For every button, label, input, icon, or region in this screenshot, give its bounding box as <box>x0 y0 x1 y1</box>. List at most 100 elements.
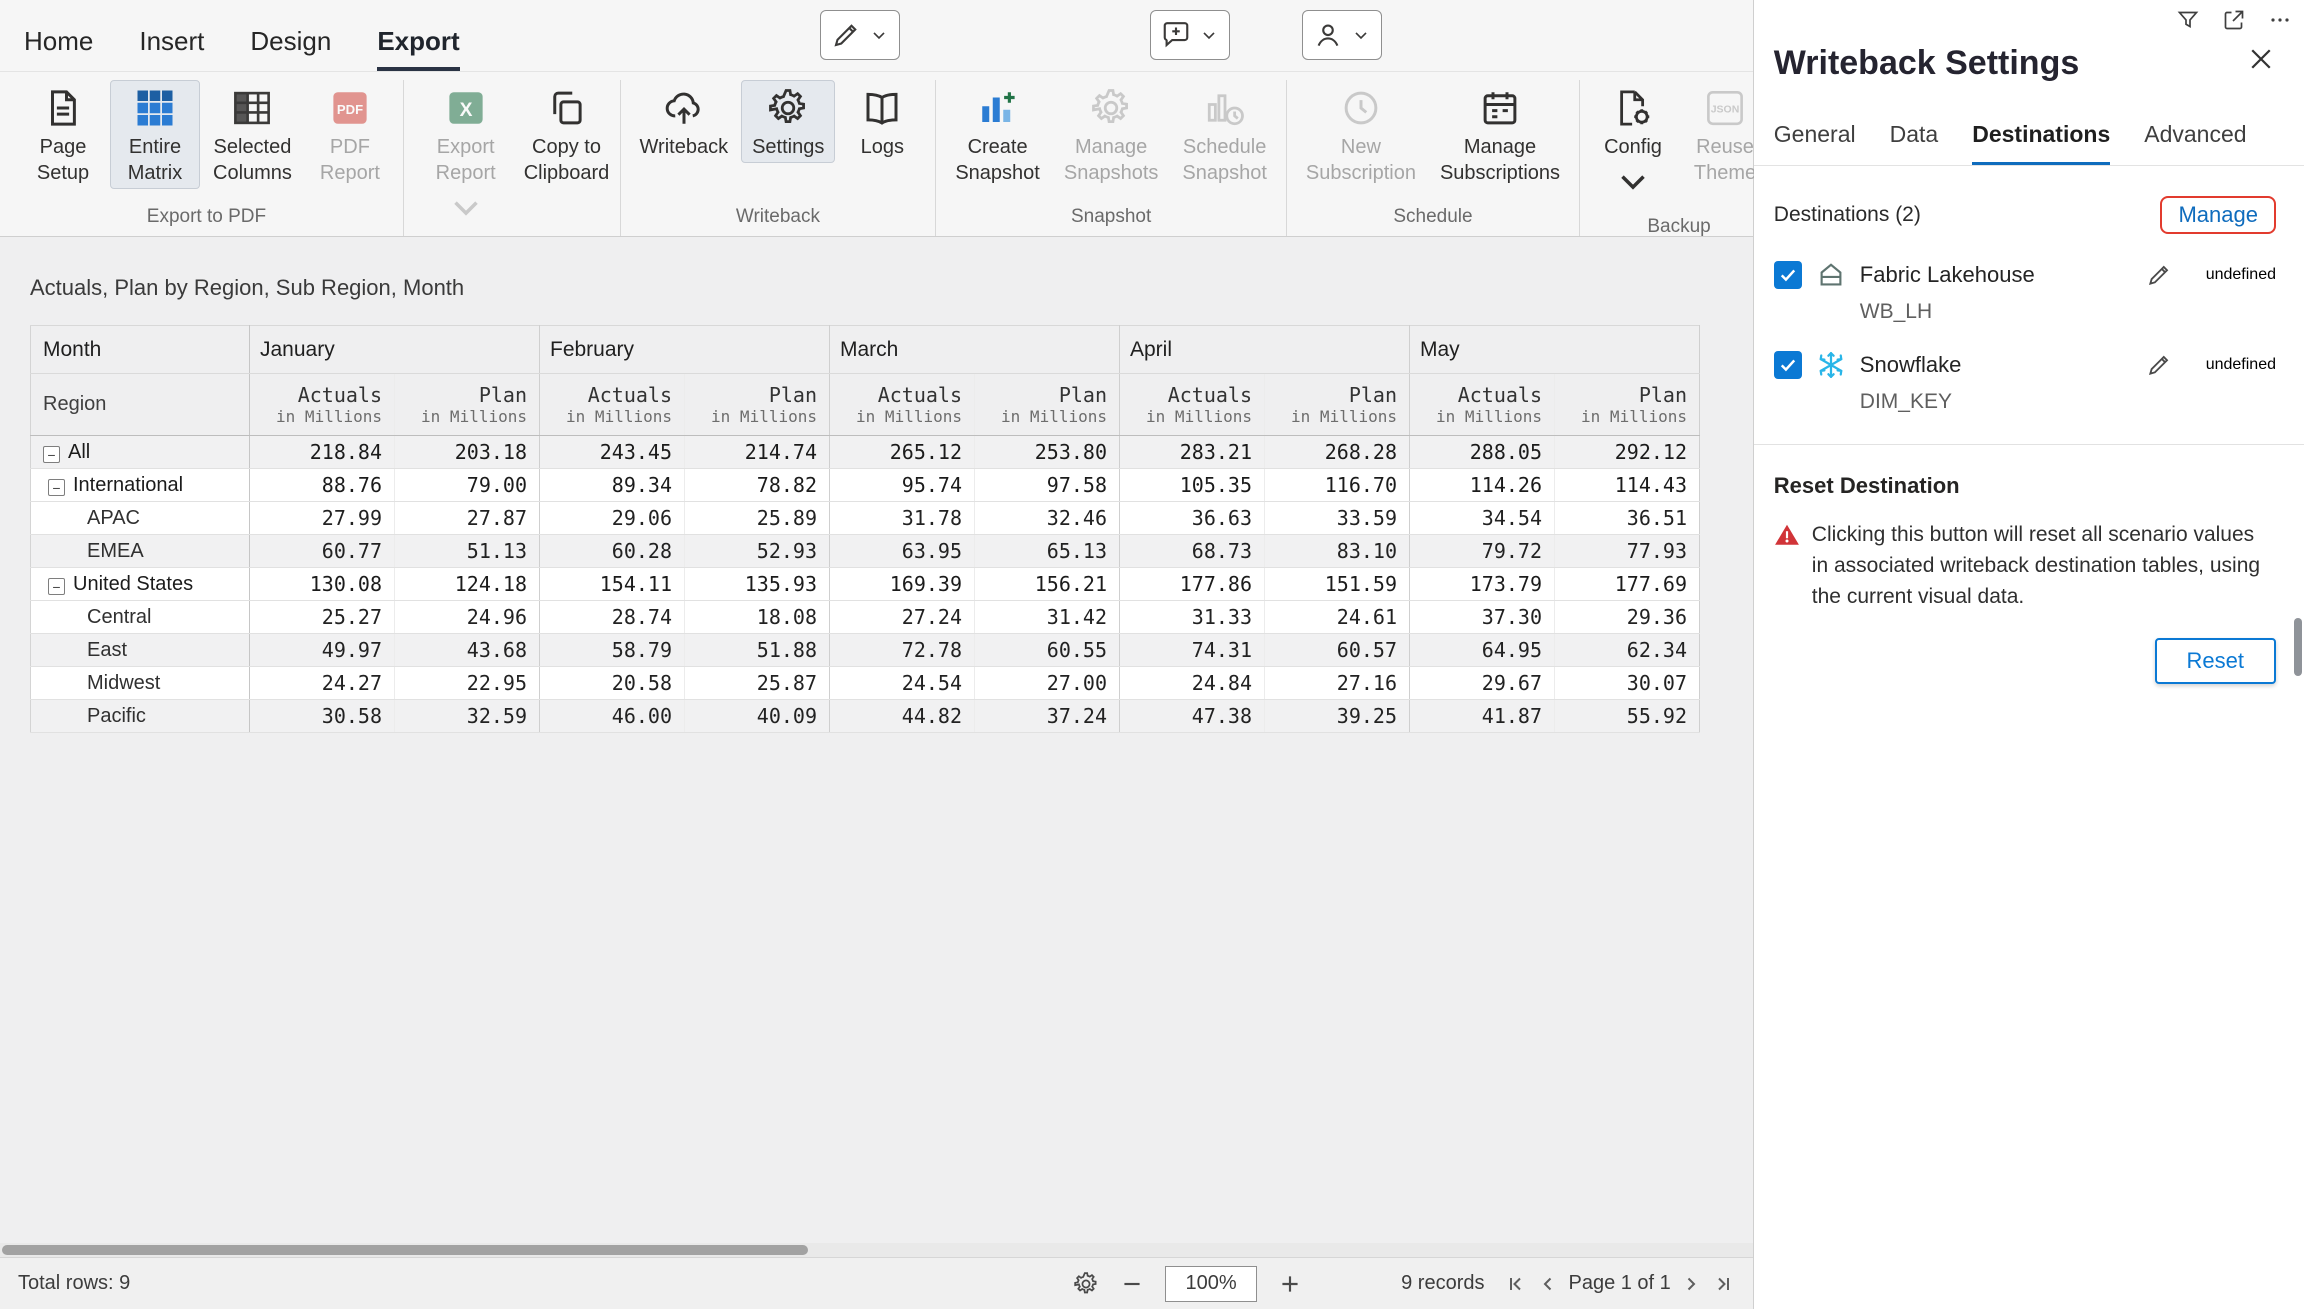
close-icon[interactable] <box>2246 44 2276 74</box>
matrix-cell[interactable]: 72.78 <box>830 634 975 667</box>
previous-page-icon[interactable] <box>1536 1272 1560 1296</box>
matrix-cell[interactable]: 79.00 <box>395 469 540 502</box>
matrix-cell[interactable]: 20.58 <box>540 667 685 700</box>
ribbon-button-settings[interactable]: Settings <box>741 80 835 163</box>
row-label[interactable]: Midwest <box>31 667 250 700</box>
matrix-cell[interactable]: 114.26 <box>1410 469 1555 502</box>
matrix-cell[interactable]: 18.08 <box>685 601 830 634</box>
panel-tab-data[interactable]: Data <box>1890 121 1939 165</box>
matrix-cell[interactable]: 29.36 <box>1555 601 1700 634</box>
ribbon-button-writeback[interactable]: Writeback <box>629 80 740 163</box>
table-settings-gear-icon[interactable] <box>1073 1271 1099 1297</box>
destination-checkbox[interactable] <box>1774 351 1802 379</box>
collapse-icon[interactable]: − <box>48 479 65 496</box>
row-label[interactable]: −United States <box>31 568 250 601</box>
zoom-out-icon[interactable] <box>1119 1271 1145 1297</box>
matrix-cell[interactable]: 283.21 <box>1120 436 1265 469</box>
matrix-cell[interactable]: 60.57 <box>1265 634 1410 667</box>
matrix-cell[interactable]: 49.97 <box>250 634 395 667</box>
matrix-cell[interactable]: 41.87 <box>1410 700 1555 733</box>
ribbon-tab-export[interactable]: Export <box>377 26 459 71</box>
ribbon-button-create-snapshot[interactable]: CreateSnapshot <box>944 80 1051 189</box>
panel-tab-destinations[interactable]: Destinations <box>1972 121 2110 165</box>
matrix-cell[interactable]: 32.46 <box>975 502 1120 535</box>
ribbon-button-config[interactable]: Config <box>1588 80 1678 212</box>
matrix-cell[interactable]: 154.11 <box>540 568 685 601</box>
matrix-cell[interactable]: 27.24 <box>830 601 975 634</box>
ribbon-button-logs[interactable]: Logs <box>837 80 927 163</box>
next-page-icon[interactable] <box>1679 1272 1703 1296</box>
matrix-cell[interactable]: 169.39 <box>830 568 975 601</box>
matrix-cell[interactable]: 30.07 <box>1555 667 1700 700</box>
scrollbar-thumb[interactable] <box>2 1245 808 1255</box>
collapse-icon[interactable]: − <box>48 578 65 595</box>
matrix-cell[interactable]: 60.77 <box>250 535 395 568</box>
matrix-cell[interactable]: 25.87 <box>685 667 830 700</box>
manage-button[interactable]: Manage <box>2160 196 2276 234</box>
vertical-scrollbar-thumb[interactable] <box>2294 618 2302 676</box>
zoom-in-icon[interactable] <box>1277 1271 1303 1297</box>
matrix-cell[interactable]: 46.00 <box>540 700 685 733</box>
matrix-cell[interactable]: 25.89 <box>685 502 830 535</box>
matrix-cell[interactable]: 62.34 <box>1555 634 1700 667</box>
collapse-icon[interactable]: − <box>43 446 60 463</box>
matrix-cell[interactable]: 68.73 <box>1120 535 1265 568</box>
matrix-cell[interactable]: 268.28 <box>1265 436 1410 469</box>
matrix-cell[interactable]: 97.58 <box>975 469 1120 502</box>
ribbon-tab-design[interactable]: Design <box>250 26 331 71</box>
matrix-cell[interactable]: 31.33 <box>1120 601 1265 634</box>
matrix-cell[interactable]: 60.28 <box>540 535 685 568</box>
matrix-cell[interactable]: 95.74 <box>830 469 975 502</box>
matrix-cell[interactable]: 43.68 <box>395 634 540 667</box>
matrix-cell[interactable]: 124.18 <box>395 568 540 601</box>
more-options-icon[interactable] <box>2268 8 2292 32</box>
matrix-cell[interactable]: 24.54 <box>830 667 975 700</box>
matrix-cell[interactable]: 28.74 <box>540 601 685 634</box>
matrix-cell[interactable]: 78.82 <box>685 469 830 502</box>
matrix-cell[interactable]: 218.84 <box>250 436 395 469</box>
ribbon-button-selected-columns[interactable]: SelectedColumns <box>202 80 303 189</box>
matrix-cell[interactable]: 58.79 <box>540 634 685 667</box>
matrix-cell[interactable]: 77.93 <box>1555 535 1700 568</box>
matrix-cell[interactable]: 24.96 <box>395 601 540 634</box>
filter-icon[interactable] <box>2176 8 2200 32</box>
matrix-cell[interactable]: 65.13 <box>975 535 1120 568</box>
matrix-cell[interactable]: 105.35 <box>1120 469 1265 502</box>
matrix-cell[interactable]: 135.93 <box>685 568 830 601</box>
reset-button[interactable]: Reset <box>2155 638 2276 684</box>
edit-destination-icon[interactable] <box>2146 352 2172 378</box>
horizontal-scrollbar[interactable] <box>0 1243 1753 1257</box>
ribbon-button-new-subscription[interactable]: NewSubscription <box>1295 80 1427 189</box>
destination-checkbox[interactable] <box>1774 261 1802 289</box>
matrix-cell[interactable]: 156.21 <box>975 568 1120 601</box>
matrix-cell[interactable]: 79.72 <box>1410 535 1555 568</box>
matrix-cell[interactable]: 243.45 <box>540 436 685 469</box>
edit-destination-icon[interactable] <box>2146 262 2172 288</box>
row-label[interactable]: East <box>31 634 250 667</box>
matrix-cell[interactable]: 214.74 <box>685 436 830 469</box>
matrix-cell[interactable]: 47.38 <box>1120 700 1265 733</box>
matrix-cell[interactable]: 116.70 <box>1265 469 1410 502</box>
matrix-cell[interactable]: 32.59 <box>395 700 540 733</box>
matrix-cell[interactable]: 177.69 <box>1555 568 1700 601</box>
matrix-cell[interactable]: 40.09 <box>685 700 830 733</box>
matrix-cell[interactable]: 130.08 <box>250 568 395 601</box>
matrix-cell[interactable]: 44.82 <box>830 700 975 733</box>
panel-tab-general[interactable]: General <box>1774 121 1856 165</box>
last-page-icon[interactable] <box>1711 1272 1735 1296</box>
matrix-cell[interactable]: 33.59 <box>1265 502 1410 535</box>
row-label[interactable]: Central <box>31 601 250 634</box>
popout-icon[interactable] <box>2222 8 2246 32</box>
matrix-cell[interactable]: 24.84 <box>1120 667 1265 700</box>
matrix-cell[interactable]: 27.00 <box>975 667 1120 700</box>
ribbon-button-manage-subscriptions[interactable]: ManageSubscriptions <box>1429 80 1571 189</box>
matrix-cell[interactable]: 253.80 <box>975 436 1120 469</box>
matrix-cell[interactable]: 39.25 <box>1265 700 1410 733</box>
row-label[interactable]: −All <box>31 436 250 469</box>
ribbon-button-entire-matrix[interactable]: EntireMatrix <box>110 80 200 189</box>
matrix-cell[interactable]: 25.27 <box>250 601 395 634</box>
matrix-cell[interactable]: 64.95 <box>1410 634 1555 667</box>
matrix-cell[interactable]: 151.59 <box>1265 568 1410 601</box>
user-menu-button[interactable] <box>1302 10 1382 60</box>
matrix-cell[interactable]: 60.55 <box>975 634 1120 667</box>
